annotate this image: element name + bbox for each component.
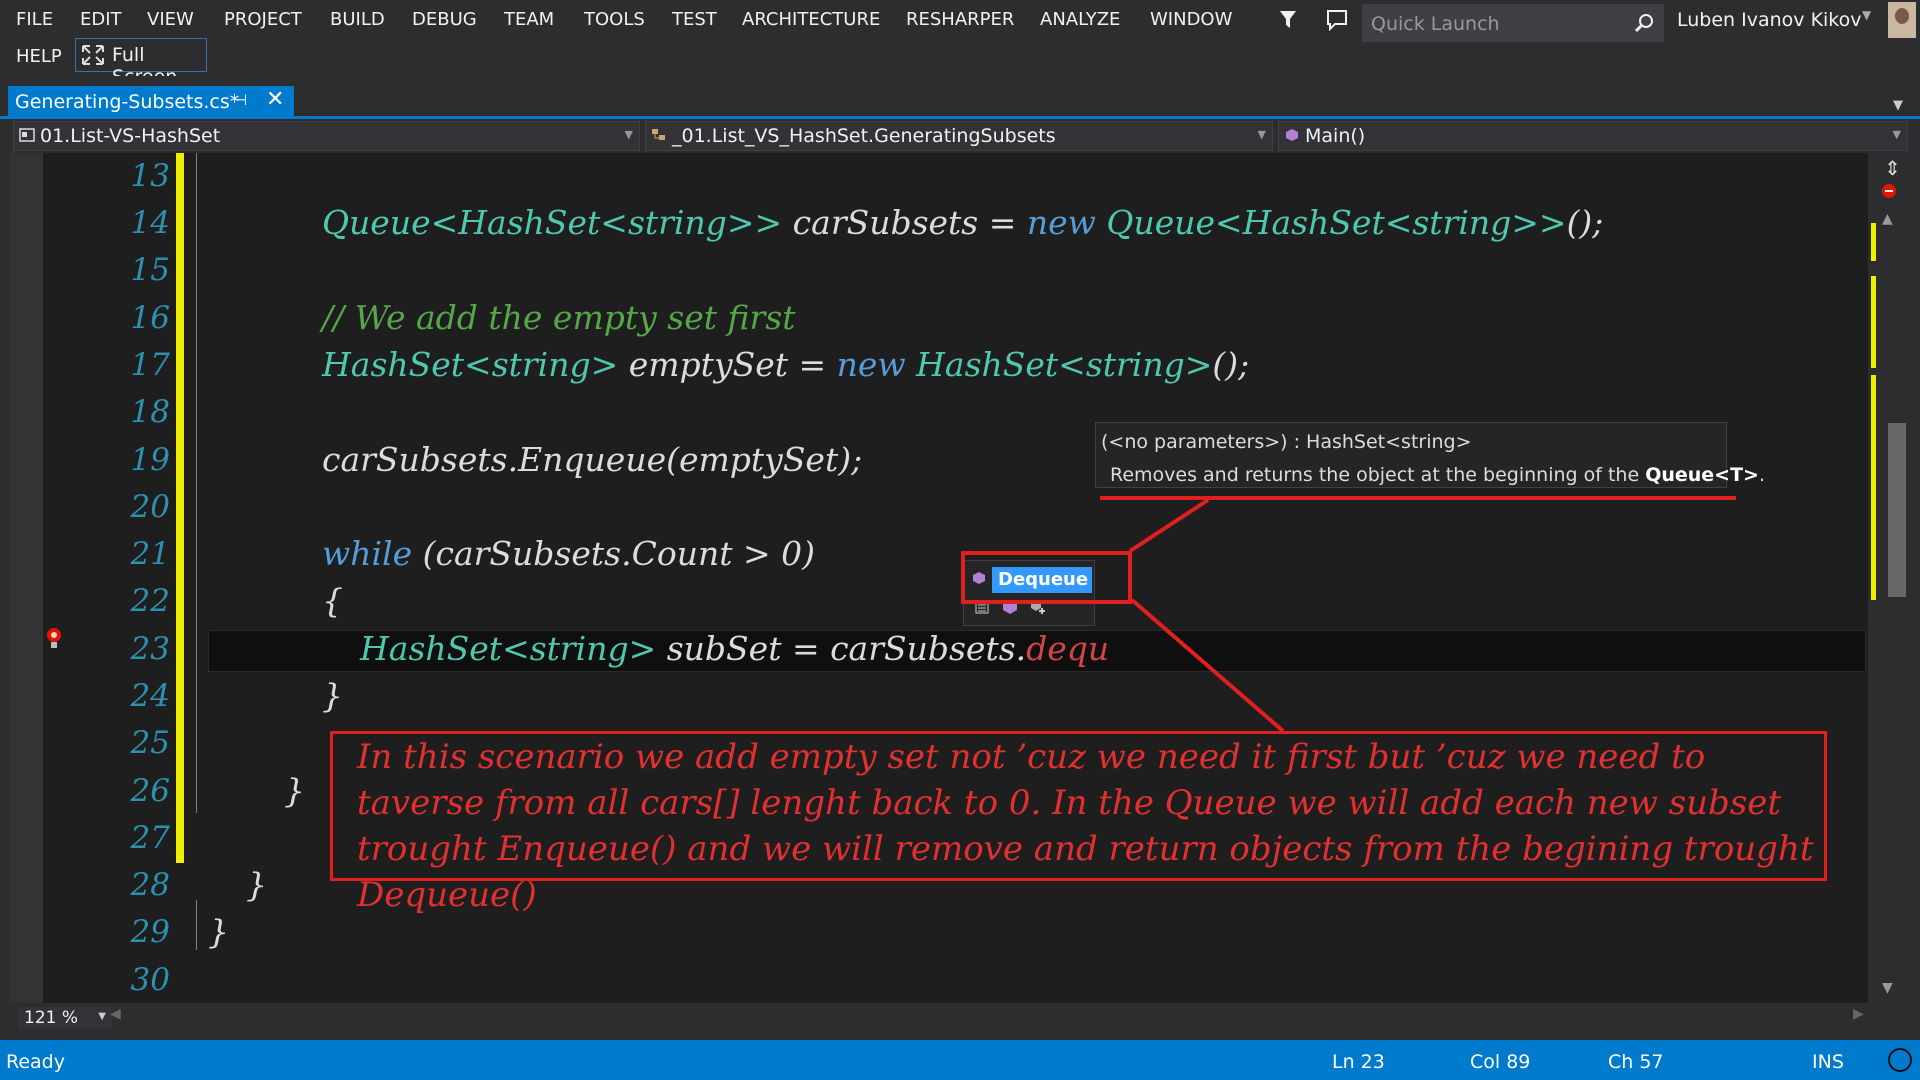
zoom-level: 121 % [24, 1008, 79, 1028]
annotation-box: In this scenario we add empty set not ’c… [330, 731, 1827, 915]
scroll-change-mark [1871, 375, 1876, 600]
status-column: Col 89 [1470, 1051, 1531, 1073]
scroll-change-mark [1871, 223, 1876, 261]
status-ready: Ready [6, 1051, 65, 1073]
scroll-up-icon[interactable]: ▲ [1882, 211, 1893, 227]
annotation-connectors [1128, 498, 1285, 733]
connector-line [1130, 598, 1285, 733]
zoom-level-combo[interactable]: 121 % ▼ [18, 1007, 112, 1029]
scroll-left-icon[interactable]: ◀ [110, 1006, 121, 1022]
annotation-text: In this scenario we add empty set not ’c… [357, 737, 1814, 915]
status-char: Ch 57 [1608, 1051, 1664, 1073]
notification-icon[interactable] [1888, 1048, 1912, 1072]
scroll-down-icon[interactable]: ▼ [1882, 980, 1893, 996]
scroll-right-icon[interactable]: ▶ [1853, 1006, 1864, 1022]
connector-line [1128, 498, 1210, 553]
chevron-down-icon: ▼ [98, 1011, 106, 1022]
split-window-icon[interactable]: ⇕ [1884, 156, 1901, 180]
status-insert-mode[interactable]: INS [1812, 1051, 1844, 1073]
status-line: Ln 23 [1332, 1051, 1385, 1073]
scroll-change-mark [1871, 276, 1876, 368]
scroll-thumb[interactable] [1888, 423, 1906, 597]
error-indicator-icon[interactable] [1882, 184, 1896, 198]
status-bar: Ready Ln 23 Col 89 Ch 57 INS [0, 1040, 1920, 1080]
horizontal-scrollbar: 121 % ▼ ◀ ▶ [10, 1003, 1910, 1031]
